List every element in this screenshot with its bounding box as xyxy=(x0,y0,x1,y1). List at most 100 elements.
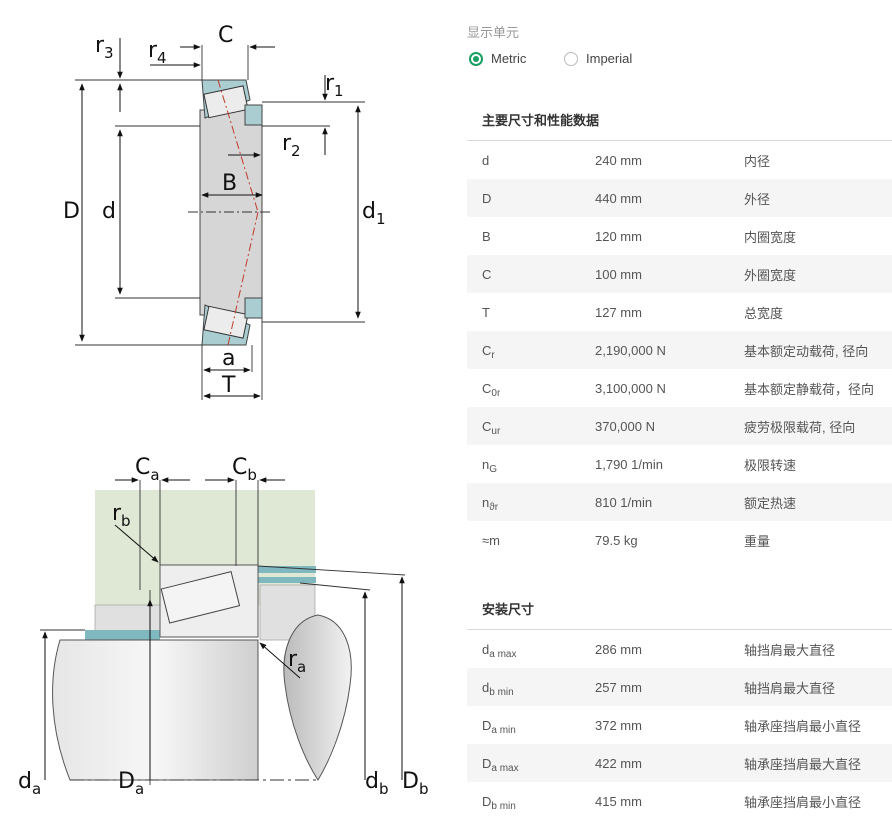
units-option-label: Imperial xyxy=(586,51,633,66)
symbol-main: ≈m xyxy=(482,532,500,548)
row-symbol: B xyxy=(467,229,579,244)
table-row: Da max 422 mm 轴承座挡肩最大直径 xyxy=(467,744,892,782)
row-symbol: nϑr xyxy=(467,495,579,513)
label-Ca: Ca xyxy=(135,455,160,484)
label-a: a xyxy=(222,346,235,371)
row-value: 372 mm xyxy=(595,717,642,733)
table-row: db min 257 mm 轴挡肩最大直径 xyxy=(467,668,892,706)
row-description: 总宽度 xyxy=(744,305,784,321)
row-symbol: C0r xyxy=(467,380,579,399)
table-row: Cr 2,190,000 N 基本额定动载荷, 径向 xyxy=(467,331,892,369)
units-title: 显示单元 xyxy=(467,25,520,40)
symbol-subscript: b min xyxy=(491,800,516,812)
label-r3: r3 xyxy=(95,33,114,62)
row-symbol: ≈m xyxy=(467,533,579,548)
row-symbol: Da min xyxy=(467,717,579,736)
label-Db: Db xyxy=(402,769,428,798)
row-symbol: T xyxy=(467,305,579,320)
table-row: Da min 372 mm 轴承座挡肩最小直径 xyxy=(467,706,892,744)
row-description: 极限转速 xyxy=(744,457,797,473)
row-symbol: Db min xyxy=(467,794,579,812)
symbol-subscript: ϑr xyxy=(489,501,499,513)
row-symbol: Da max xyxy=(467,755,579,774)
symbol-main: D xyxy=(482,755,492,771)
symbol-main: T xyxy=(482,304,490,320)
row-symbol: da max xyxy=(467,642,579,660)
row-value: 240 mm xyxy=(595,152,642,168)
label-C: C xyxy=(218,23,233,48)
row-value: 422 mm xyxy=(595,755,642,771)
symbol-subscript: G xyxy=(489,463,498,475)
symbol-main: D xyxy=(482,717,492,733)
table-row: ≈m 79.5 kg 重量 xyxy=(467,521,892,559)
row-description: 轴承座挡肩最小直径 xyxy=(744,794,862,810)
symbol-subscript: r xyxy=(491,349,495,361)
label-T: T xyxy=(221,373,236,398)
symbol-main: d xyxy=(482,152,490,168)
table-row: Db min 415 mm 轴承座挡肩最小直径 xyxy=(467,782,892,820)
table-row: da max 286 mm 轴挡肩最大直径 xyxy=(467,630,892,668)
table-row: Cur 370,000 N 疲劳极限载荷, 径向 xyxy=(467,407,892,445)
label-B: B xyxy=(222,171,237,196)
row-description: 内径 xyxy=(744,153,771,169)
label-d1: d1 xyxy=(362,199,386,228)
mount-dims-title: 安装尺寸 xyxy=(482,602,535,617)
label-db: db xyxy=(365,769,389,798)
row-value: 79.5 kg xyxy=(595,532,638,548)
table-row: C0r 3,100,000 N 基本额定静载荷，径向 xyxy=(467,369,892,407)
row-symbol: Cur xyxy=(467,418,579,437)
table-row: nG 1,790 1/min 极限转速 xyxy=(467,445,892,483)
row-description: 额定热速 xyxy=(744,495,797,511)
row-symbol: D xyxy=(467,191,579,206)
symbol-main: D xyxy=(482,190,492,206)
radio-checked-icon[interactable] xyxy=(469,51,483,66)
row-symbol: d xyxy=(467,153,579,168)
mounting-dimension-diagram: Ca Cb rb ra da Da db Db xyxy=(18,455,428,798)
units-option-imperial[interactable]: Imperial xyxy=(564,51,632,66)
row-value: 120 mm xyxy=(595,228,642,244)
main-dims-title: 主要尺寸和性能数据 xyxy=(482,113,600,128)
row-description: 重量 xyxy=(744,533,771,549)
row-description: 外圈宽度 xyxy=(744,267,797,283)
symbol-subscript: b min xyxy=(489,686,514,698)
row-value: 3,100,000 N xyxy=(595,380,666,396)
row-description: 内圈宽度 xyxy=(744,229,797,245)
symbol-subscript: a max xyxy=(491,762,519,774)
main-dims-table: d 240 mm 内径 D 440 mm 外径 B 120 mm 内圈宽度 C 100 mm 外圈宽度… xyxy=(467,141,892,559)
symbol-main: C xyxy=(482,418,492,434)
row-symbol: nG xyxy=(467,457,579,475)
table-row: B 120 mm 内圈宽度 xyxy=(467,217,892,255)
row-symbol: C xyxy=(467,267,579,282)
units-option-label: Metric xyxy=(491,51,527,66)
row-description: 外径 xyxy=(744,191,771,207)
row-description: 轴承座挡肩最小直径 xyxy=(744,718,862,734)
symbol-subscript: a max xyxy=(489,648,517,660)
symbol-main: C xyxy=(482,380,492,396)
label-r1: r1 xyxy=(325,71,344,100)
units-option-metric[interactable]: Metric xyxy=(469,51,526,66)
symbol-subscript: 0r xyxy=(491,387,501,399)
table-row: d 240 mm 内径 xyxy=(467,141,892,179)
row-value: 1,790 1/min xyxy=(595,456,663,472)
row-value: 370,000 N xyxy=(595,418,655,434)
label-Cb: Cb xyxy=(232,455,257,484)
row-description: 轴挡肩最大直径 xyxy=(744,642,836,658)
row-value: 127 mm xyxy=(595,304,642,320)
row-value: 257 mm xyxy=(595,679,642,695)
mount-dims-table: da max 286 mm 轴挡肩最大直径 db min 257 mm 轴挡肩最大直径 Da… xyxy=(467,630,892,820)
row-value: 440 mm xyxy=(595,190,642,206)
label-d: d xyxy=(102,199,116,224)
label-r4: r4 xyxy=(148,38,167,67)
row-description: 基本额定动载荷, 径向 xyxy=(744,343,869,359)
row-value: 810 1/min xyxy=(595,494,653,510)
row-description: 轴挡肩最大直径 xyxy=(744,680,836,696)
radio-unchecked-icon[interactable] xyxy=(564,51,578,66)
symbol-main: C xyxy=(482,266,492,282)
row-description: 轴承座挡肩最大直径 xyxy=(744,756,862,772)
row-symbol: Cr xyxy=(467,343,579,361)
row-description: 基本额定静载荷，径向 xyxy=(744,381,875,397)
label-D: D xyxy=(63,199,80,224)
symbol-subscript: a min xyxy=(491,724,516,736)
table-row: T 127 mm 总宽度 xyxy=(467,293,892,331)
table-row: C 100 mm 外圈宽度 xyxy=(467,255,892,293)
